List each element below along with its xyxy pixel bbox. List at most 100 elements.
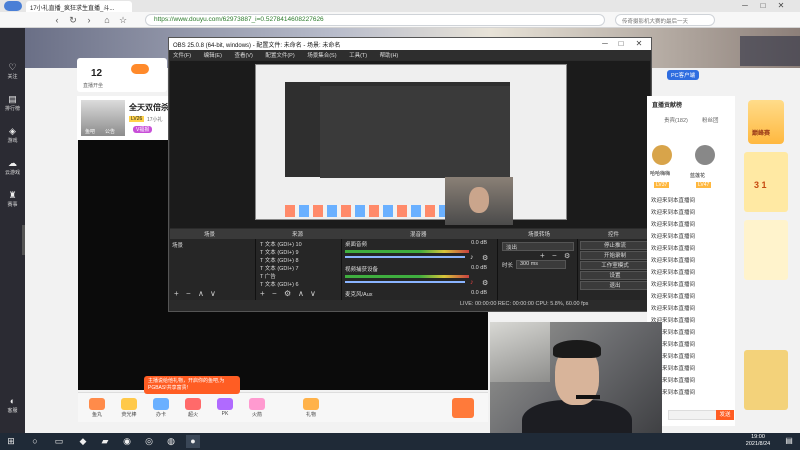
remove-transition-icon[interactable]: − <box>552 251 557 260</box>
source-item[interactable]: T 文本 (GDI+) 7 <box>260 264 340 272</box>
source-item[interactable]: T 文本 (GDI+) 9 <box>260 248 340 256</box>
chat-input[interactable] <box>668 410 718 420</box>
source-item[interactable]: T 广告 <box>260 272 340 280</box>
obs-menu-scene-collection[interactable]: 场景集合(S) <box>307 53 336 59</box>
gift-item[interactable]: 礼物 <box>300 398 322 420</box>
top-user-name[interactable]: 哈哈嗨嗨 <box>650 170 670 177</box>
star-icon[interactable]: ☆ <box>116 13 130 27</box>
obs-title-bar[interactable]: OBS 25.0.8 (64-bit, windows) - 配置文件: 未命名… <box>169 38 651 50</box>
move-down-icon[interactable]: ∨ <box>310 289 316 298</box>
add-transition-icon[interactable]: + <box>540 251 545 260</box>
gift-item[interactable]: PK <box>214 398 236 420</box>
speaker-muted-icon[interactable]: ♪ <box>470 279 474 286</box>
obs-minimize-icon[interactable]: ─ <box>598 38 612 50</box>
sidebar-item-games[interactable]: ◈ 游戏 <box>0 122 25 150</box>
search-icon[interactable]: ○ <box>28 435 42 448</box>
clock[interactable]: 19:00 2021/8/24 <box>738 434 778 450</box>
back-icon[interactable]: ‹ <box>50 13 64 27</box>
gear-icon[interactable]: ⚙ <box>284 289 291 298</box>
url-bar[interactable]: https://www.douyu.com/62973887_i=0.52784… <box>145 14 605 26</box>
speaker-icon[interactable]: ♪ <box>470 254 474 261</box>
scene-item[interactable]: 场景 <box>172 241 252 249</box>
gear-icon[interactable]: ⚙ <box>564 252 570 260</box>
top-user-name[interactable]: 蓝莲花 <box>690 172 705 179</box>
source-item[interactable]: T 文本 (GDI+) 6 <box>260 280 340 288</box>
obs-menu-help[interactable]: 帮助(H) <box>380 53 399 59</box>
browser-tab-active[interactable]: 17小礼直播_疯狂求生直播_斗... <box>26 1 132 12</box>
obs-app-icon[interactable]: ● <box>186 435 200 448</box>
duration-input[interactable]: 300 ms <box>516 260 566 269</box>
rank-label[interactable]: 直播贡献榜 <box>652 100 682 109</box>
sidebar-item-follow[interactable]: ♡ 关注 <box>0 58 25 86</box>
add-scene-icon[interactable]: + <box>174 289 179 298</box>
folder-icon[interactable]: ▰ <box>98 435 112 448</box>
gift-item[interactable]: 超火 <box>182 398 204 420</box>
browser-logo-icon[interactable] <box>4 1 22 11</box>
steam-icon[interactable]: ◎ <box>142 435 156 448</box>
move-down-icon[interactable]: ∨ <box>210 289 216 298</box>
move-up-icon[interactable]: ∧ <box>298 289 304 298</box>
remove-source-icon[interactable]: − <box>272 289 277 298</box>
obs-menu-tools[interactable]: 工具(T) <box>349 53 367 59</box>
gift-item[interactable]: 荧光棒 <box>118 398 140 420</box>
ad-card[interactable] <box>744 220 788 280</box>
studio-mode-button[interactable]: 工作室模式 <box>580 261 650 270</box>
browser-app-icon[interactable]: ◉ <box>120 435 134 448</box>
close-icon[interactable]: ✕ <box>774 0 788 12</box>
obs-menu-edit[interactable]: 编辑(E) <box>204 53 222 59</box>
send-button[interactable]: 发送 <box>716 410 734 420</box>
settings-button[interactable]: 设置 <box>580 271 650 280</box>
app-icon[interactable]: ◆ <box>76 435 90 448</box>
forward-icon[interactable]: › <box>82 13 96 27</box>
transition-select[interactable]: 淡出 <box>502 242 574 251</box>
remove-scene-icon[interactable]: − <box>186 289 191 298</box>
avatar[interactable] <box>652 145 672 165</box>
chat-tab-fans[interactable]: 粉丝团 <box>702 116 719 124</box>
notice[interactable]: 公告 <box>105 128 115 135</box>
move-up-icon[interactable]: ∧ <box>198 289 204 298</box>
sidebar-item-cloud-games[interactable]: ☁ 云游戏 <box>0 154 25 182</box>
start-recording-button[interactable]: 开始录制 <box>580 251 650 260</box>
notification-icon[interactable]: ▤ <box>782 436 796 447</box>
banner-ad[interactable] <box>740 36 800 66</box>
app-icon[interactable]: ◍ <box>164 435 178 448</box>
volume-slider[interactable] <box>345 281 465 283</box>
obs-maximize-icon[interactable]: □ <box>614 38 628 50</box>
volume-slider[interactable] <box>345 256 465 258</box>
browser-search-input[interactable]: 传奇摄影机大赛的最后一天 <box>615 14 715 26</box>
maximize-icon[interactable]: □ <box>756 0 770 12</box>
obs-menu-profile[interactable]: 配置文件(P) <box>265 53 294 59</box>
avatar[interactable] <box>695 145 715 165</box>
windows-start-icon[interactable]: ⊞ <box>4 435 18 448</box>
add-source-icon[interactable]: + <box>260 289 265 298</box>
stop-stream-button[interactable]: 停止推流 <box>580 241 650 250</box>
gift-item[interactable]: 火箭 <box>246 398 268 420</box>
source-item[interactable]: T 文本 (GDI+) 10 <box>260 240 340 248</box>
ad-card[interactable]: 3 1 <box>744 152 788 212</box>
gear-icon[interactable]: ⚙ <box>482 279 488 287</box>
ad-card[interactable] <box>744 350 788 410</box>
sidebar-item-rank[interactable]: ▤ 排行榜 <box>0 90 25 118</box>
gift-item[interactable]: 办卡 <box>150 398 172 420</box>
source-item[interactable]: T 文本 (GDI+) 8 <box>260 256 340 264</box>
nickname[interactable]: 鱼吧 <box>85 128 95 135</box>
tag-text[interactable]: 17小礼 <box>147 116 163 123</box>
gift-item[interactable]: 鱼丸 <box>86 398 108 420</box>
obs-menu-file[interactable]: 文件(F) <box>173 53 191 59</box>
rank-card[interactable]: 巅峰赛 <box>748 100 784 144</box>
sidebar-item-events[interactable]: ♜ 赛事 <box>0 186 25 214</box>
sub-tag[interactable]: V福报 <box>133 126 153 133</box>
exit-button[interactable]: 退出 <box>580 281 650 290</box>
minimize-icon[interactable]: ─ <box>738 0 752 12</box>
task-view-icon[interactable]: ▭ <box>52 435 66 448</box>
sidebar-item-service[interactable]: ◐ 客服 <box>0 392 25 420</box>
gear-icon[interactable]: ⚙ <box>482 254 488 262</box>
fish-ball-icon[interactable] <box>131 64 149 74</box>
pc-client-button[interactable]: PC客户端 <box>667 70 700 80</box>
home-icon[interactable]: ⌂ <box>100 13 114 27</box>
obs-menu-view[interactable]: 查看(V) <box>234 53 252 59</box>
refresh-icon[interactable]: ↻ <box>66 13 80 27</box>
obs-close-icon[interactable]: ✕ <box>632 38 646 50</box>
chat-tab-vip[interactable]: 贵宾(182) <box>664 116 688 124</box>
treasure-box-icon[interactable] <box>452 398 474 418</box>
